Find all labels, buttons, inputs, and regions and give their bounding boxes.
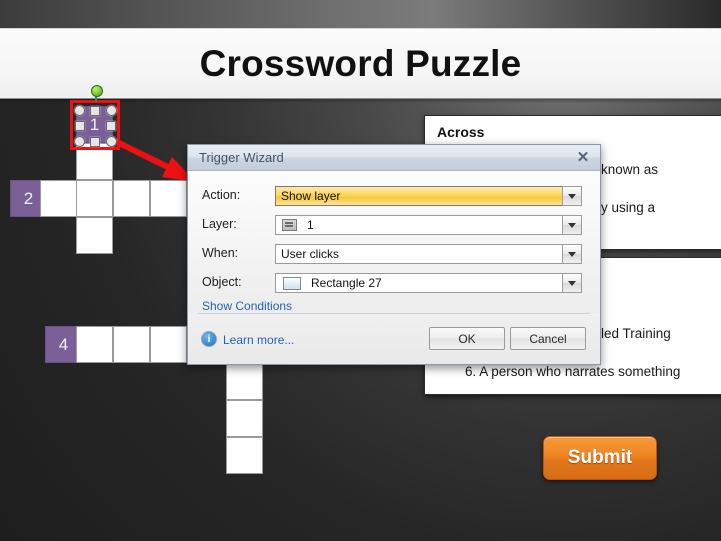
field-row-action: Action: Show layer: [188, 183, 600, 211]
chevron-down-icon-when[interactable]: [562, 244, 582, 264]
action-value: Show layer: [281, 189, 341, 203]
slide-canvas: Crossword Puzzle 1 2 4 Across ularly kno…: [0, 0, 721, 541]
page-title: Crossword Puzzle: [199, 42, 522, 84]
footer-divider: [198, 313, 590, 314]
object-select[interactable]: Rectangle 27: [275, 273, 582, 293]
dialog-footer: i Learn more... OK Cancel: [188, 313, 600, 364]
dialog-title-bar[interactable]: Trigger Wizard ✕: [188, 145, 600, 171]
close-icon[interactable]: ✕: [574, 148, 592, 166]
layer-value: 1: [307, 218, 314, 232]
info-icon: i: [201, 331, 217, 347]
resize-handle-ne[interactable]: [106, 105, 117, 116]
when-label: When:: [202, 246, 239, 260]
crossword-cell[interactable]: [40, 180, 77, 217]
trigger-wizard-dialog: Trigger Wizard ✕ Action: Show layer Laye…: [187, 144, 601, 365]
rectangle-icon: [283, 276, 301, 290]
action-select[interactable]: Show layer: [275, 186, 562, 206]
submit-button[interactable]: Submit: [543, 436, 657, 480]
field-row-object: Object: Rectangle 27: [188, 270, 600, 298]
field-row-when: When: User clicks: [188, 241, 600, 269]
when-value: User clicks: [281, 247, 340, 261]
layer-icon: [282, 219, 297, 231]
chevron-down-icon-layer[interactable]: [562, 215, 582, 235]
across-heading: Across: [437, 124, 485, 140]
crossword-cell[interactable]: [226, 400, 263, 437]
crossword-cell[interactable]: [113, 326, 150, 363]
rotation-handle[interactable]: [91, 85, 103, 97]
dialog-body: Action: Show layer Layer: 1 When: User c…: [188, 171, 600, 315]
crossword-cell[interactable]: [76, 180, 113, 217]
crossword-cell[interactable]: [226, 437, 263, 474]
resize-handle-n[interactable]: [90, 106, 100, 116]
resize-handle-sw[interactable]: [74, 136, 85, 147]
crossword-cell[interactable]: [113, 180, 150, 217]
crossword-cell[interactable]: [226, 363, 263, 400]
object-value: Rectangle 27: [311, 276, 382, 290]
crossword-cell[interactable]: [150, 326, 187, 363]
ok-button[interactable]: OK: [429, 327, 505, 350]
chevron-glyph: [568, 280, 576, 286]
object-label: Object:: [202, 275, 242, 289]
chevron-glyph: [568, 222, 576, 228]
dialog-title: Trigger Wizard: [199, 150, 284, 165]
chevron-down-icon-action[interactable]: [562, 186, 582, 206]
cancel-button[interactable]: Cancel: [510, 327, 586, 350]
resize-handle-e[interactable]: [106, 121, 116, 131]
resize-handle-w[interactable]: [75, 121, 85, 131]
chevron-down-icon-object[interactable]: [562, 273, 582, 293]
title-band: Crossword Puzzle: [0, 28, 721, 103]
field-row-layer: Layer: 1: [188, 212, 600, 240]
crossword-cell[interactable]: [76, 326, 113, 363]
crossword-cell[interactable]: [76, 217, 113, 254]
action-label: Action:: [202, 188, 241, 202]
resize-handle-nw[interactable]: [74, 105, 85, 116]
layer-select[interactable]: 1: [275, 215, 582, 235]
top-strip: [0, 0, 721, 28]
when-select[interactable]: User clicks: [275, 244, 582, 264]
learn-more-link[interactable]: Learn more...: [223, 333, 294, 347]
crossword-cell[interactable]: [150, 180, 187, 217]
show-conditions-link[interactable]: Show Conditions: [202, 299, 292, 313]
chevron-glyph: [568, 251, 576, 257]
resize-handle-se[interactable]: [106, 136, 117, 147]
chevron-glyph: [568, 193, 576, 199]
layer-label: Layer:: [202, 217, 237, 231]
resize-handle-s[interactable]: [90, 137, 100, 147]
